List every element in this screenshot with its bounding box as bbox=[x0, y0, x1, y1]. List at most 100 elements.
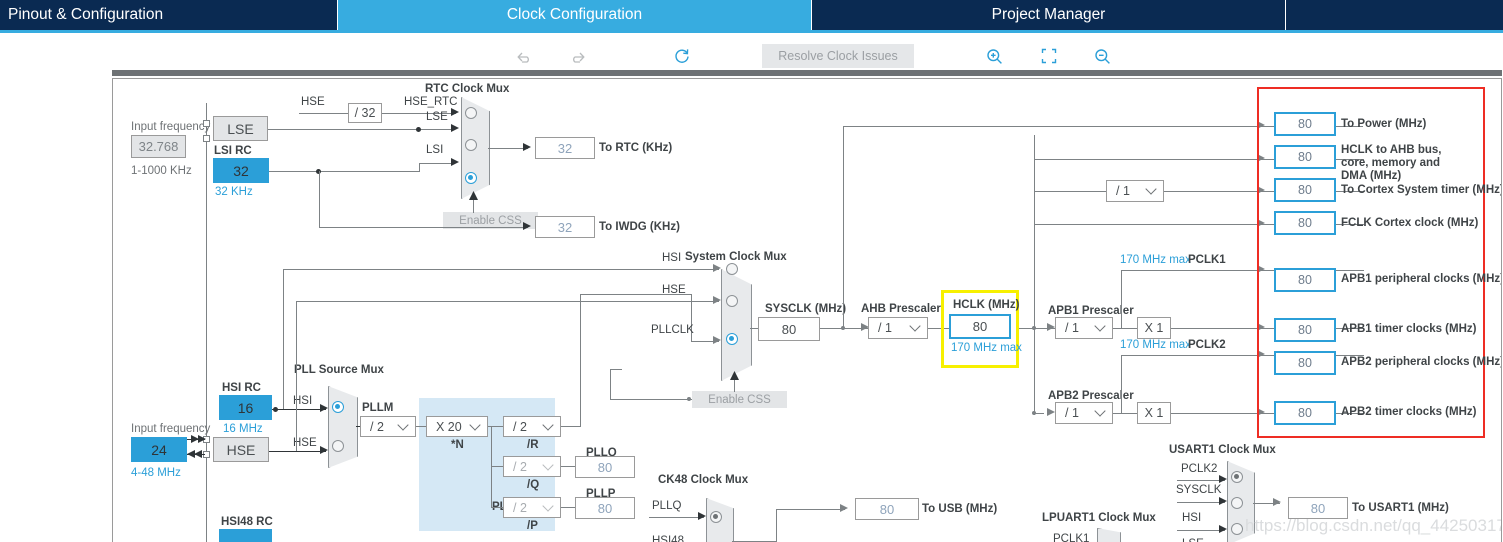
lse-range-label: 1-1000 KHz bbox=[131, 165, 192, 177]
sysmux-pllclk-label: PLLCLK bbox=[651, 324, 694, 336]
apb2-prescaler-select[interactable]: / 1 bbox=[1055, 402, 1113, 424]
chevron-down-icon bbox=[542, 458, 554, 471]
pllm-select[interactable]: / 2 bbox=[360, 416, 416, 437]
reset-icon[interactable] bbox=[669, 44, 695, 68]
lse-oscillator-box[interactable]: LSE bbox=[213, 116, 268, 141]
hsi48-rc-value-field[interactable] bbox=[219, 529, 272, 542]
sysmux-option-hse[interactable] bbox=[726, 295, 738, 307]
system-clock-mux[interactable] bbox=[721, 269, 752, 381]
sysmux-hsi-label: HSI bbox=[662, 252, 682, 264]
hclk-label: HCLK (MHz) bbox=[953, 299, 1020, 311]
clock-tree-canvas[interactable]: Input frequency 32.768 1-1000 KHz LSE LS… bbox=[112, 78, 1502, 542]
pllp-output-field: 80 bbox=[575, 497, 635, 519]
to-usb-value-field: 80 bbox=[855, 498, 919, 520]
pllr-value: / 2 bbox=[513, 419, 527, 434]
usart1-mux-option-pclk2[interactable] bbox=[1231, 471, 1243, 483]
lse-pin-in[interactable] bbox=[203, 120, 210, 127]
to-usb-label: To USB (MHz) bbox=[922, 503, 998, 515]
plln-sublabel: *N bbox=[451, 439, 464, 451]
chevron-down-icon bbox=[909, 320, 921, 332]
hse-input-frequency-field[interactable]: 24 bbox=[131, 437, 187, 462]
pll-mux-option-hsi[interactable] bbox=[332, 401, 344, 413]
pllm-label: PLLM bbox=[362, 402, 394, 414]
to-usart1-label: To USART1 (MHz) bbox=[1352, 502, 1449, 514]
undo-icon[interactable] bbox=[511, 44, 537, 68]
ck48-hsi48-label: HSI48 bbox=[652, 535, 684, 542]
main-tab-bar: Pinout & Configuration Clock Configurati… bbox=[0, 0, 1503, 30]
rtc-mux-option-lsi[interactable] bbox=[465, 172, 477, 184]
plln-select[interactable]: X 20 bbox=[426, 416, 488, 437]
cortex-timer-prescaler-value: / 1 bbox=[1116, 184, 1130, 198]
pllq-select[interactable]: / 2 bbox=[503, 456, 561, 477]
fit-to-screen-icon[interactable] bbox=[1036, 44, 1062, 68]
lse-input-frequency-field[interactable]: 32.768 bbox=[131, 135, 186, 158]
lse-pin-out[interactable] bbox=[203, 135, 210, 142]
ck48-pllq-label: PLLQ bbox=[652, 500, 682, 512]
apb1-prescaler-select[interactable]: / 1 bbox=[1055, 317, 1113, 339]
tab-project-manager[interactable]: Project Manager bbox=[812, 0, 1286, 30]
resolve-clock-issues-button[interactable]: Resolve Clock Issues bbox=[762, 44, 914, 68]
to-rtc-value-field: 32 bbox=[535, 137, 595, 159]
hse-rtc-signal-label: HSE_RTC bbox=[404, 96, 458, 108]
clock-configuration-window: Pinout & Configuration Clock Configurati… bbox=[0, 0, 1503, 542]
plln-value: X 20 bbox=[436, 419, 462, 434]
hse-oscillator-box[interactable]: HSE bbox=[213, 437, 269, 462]
zoom-in-icon[interactable] bbox=[981, 44, 1007, 68]
sysmux-hse-label: HSE bbox=[662, 284, 686, 296]
output-apb1-peripheral-label: APB1 peripheral clocks (MHz) bbox=[1341, 273, 1502, 285]
lpuart1-lse-label: LSE bbox=[1182, 538, 1204, 542]
lpuart1-hsi-label: HSI bbox=[1182, 512, 1202, 524]
tab-clock-configuration[interactable]: Clock Configuration bbox=[338, 0, 812, 30]
lpuart1-pclk1-label: PCLK1 bbox=[1053, 533, 1090, 542]
hsi-rc-unit: 16 MHz bbox=[223, 423, 263, 435]
usart1-mux-option-hsi[interactable] bbox=[1231, 523, 1243, 535]
system-clock-mux-title: System Clock Mux bbox=[685, 251, 787, 263]
pll-source-mux-title: PLL Source Mux bbox=[294, 364, 384, 376]
pllq-output-field: 80 bbox=[575, 456, 635, 478]
system-enable-css-button[interactable]: Enable CSS bbox=[692, 391, 787, 408]
tab-pinout-configuration[interactable]: Pinout & Configuration bbox=[0, 0, 338, 30]
rtc-mux-option-lse[interactable] bbox=[465, 139, 477, 151]
sysclk-value-field: 80 bbox=[758, 317, 820, 341]
usart1-mux-option-sysclk[interactable] bbox=[1231, 497, 1243, 509]
usart1-sysclk-label: SYSCLK bbox=[1176, 484, 1222, 496]
output-apb2-peripheral-field: 80 bbox=[1274, 351, 1336, 375]
pllr-select[interactable]: / 2 bbox=[503, 416, 561, 437]
apb2-timer-multiplier-box: X 1 bbox=[1137, 402, 1171, 424]
redo-icon[interactable] bbox=[564, 44, 590, 68]
to-iwdg-label: To IWDG (KHz) bbox=[599, 221, 680, 233]
pllp-select[interactable]: / 2 bbox=[503, 497, 561, 518]
lsi-rc-value-field[interactable]: 32 bbox=[213, 158, 269, 183]
hclk-value-field[interactable]: 80 bbox=[949, 314, 1011, 339]
hsi-rc-value-field[interactable]: 16 bbox=[219, 395, 272, 420]
output-fclk-cortex-field: 80 bbox=[1274, 211, 1336, 235]
pll-mux-option-hse[interactable] bbox=[332, 440, 344, 452]
ck48-mux-option-pllq[interactable] bbox=[710, 511, 722, 523]
zoom-out-icon[interactable] bbox=[1089, 44, 1115, 68]
pclk1-label: PCLK1 bbox=[1188, 254, 1226, 266]
sysclk-label: SYSCLK (MHz) bbox=[765, 303, 847, 315]
pllp-sublabel: /P bbox=[527, 520, 538, 532]
ahb-prescaler-select[interactable]: / 1 bbox=[868, 317, 928, 339]
cortex-timer-prescaler-select[interactable]: / 1 bbox=[1106, 180, 1164, 202]
sysmux-option-pllclk[interactable] bbox=[726, 333, 738, 345]
hse-rtc-divider-box: / 32 bbox=[348, 103, 382, 123]
chevron-down-icon bbox=[469, 418, 481, 431]
tab-empty[interactable] bbox=[1286, 0, 1503, 30]
to-iwdg-value-field: 32 bbox=[535, 216, 595, 238]
lpuart1-clock-mux-title: LPUART1 Clock Mux bbox=[1042, 512, 1156, 524]
chevron-down-icon bbox=[1094, 405, 1106, 417]
rtc-mux-option-hse-rtc[interactable] bbox=[465, 107, 477, 119]
sysmux-option-hsi[interactable] bbox=[726, 263, 738, 275]
canvas-top-divider bbox=[112, 70, 1502, 76]
pllq-value: / 2 bbox=[513, 459, 527, 474]
rtc-clock-mux-title: RTC Clock Mux bbox=[425, 83, 510, 95]
pll-source-mux[interactable] bbox=[328, 386, 358, 468]
pllr-sublabel: /R bbox=[527, 439, 539, 451]
ahb-prescaler-value: / 1 bbox=[878, 321, 892, 335]
chevron-down-icon bbox=[542, 418, 554, 431]
lpuart1-clock-mux[interactable] bbox=[1097, 528, 1121, 542]
rtc-mux-lse-label: LSE bbox=[426, 111, 448, 123]
output-hclk-ahb-field: 80 bbox=[1274, 145, 1336, 169]
output-apb2-peripheral-label: APB2 peripheral clocks (MHz) bbox=[1341, 356, 1502, 368]
